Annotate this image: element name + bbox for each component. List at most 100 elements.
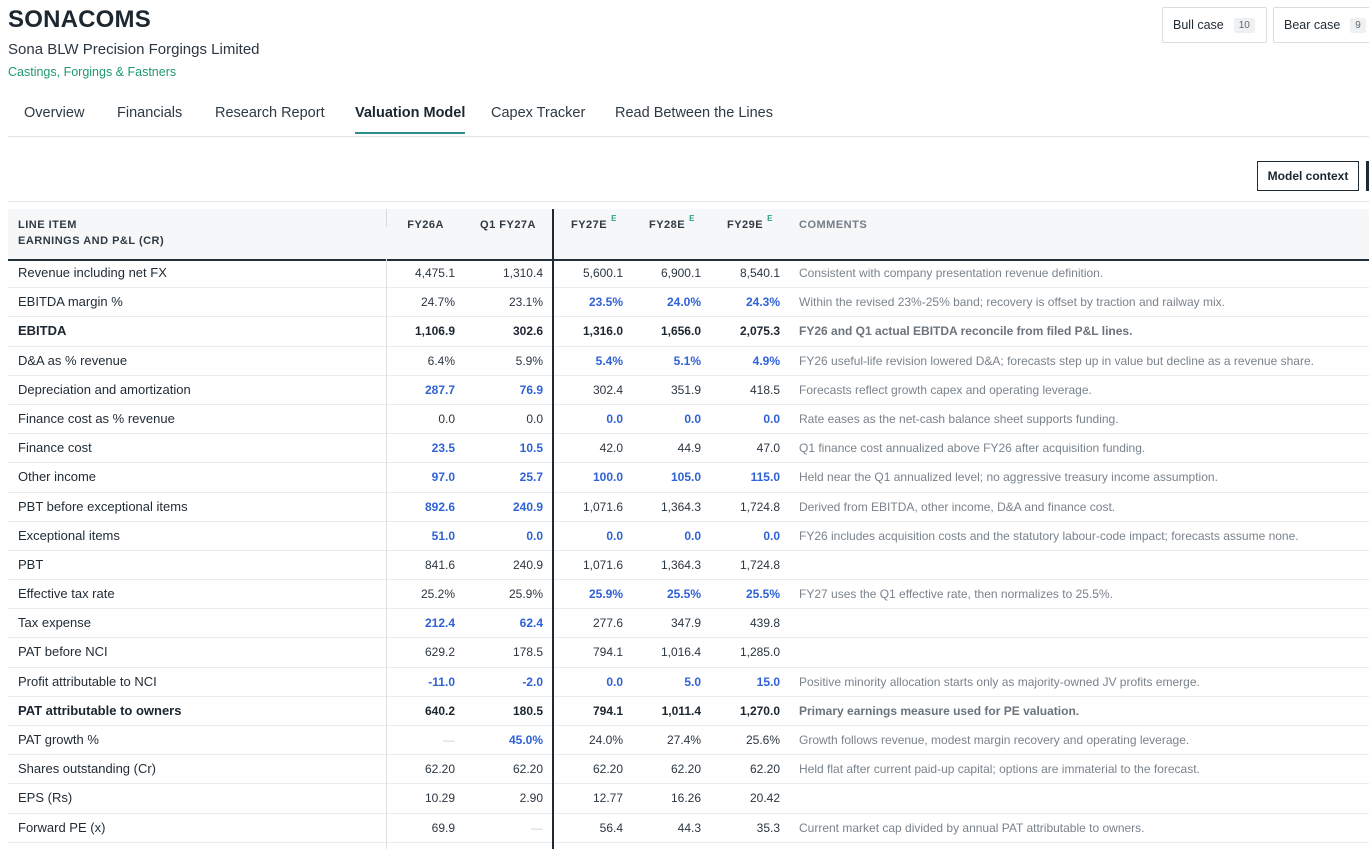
table-row[interactable]: PAT before NCI 629.2 178.5 794.1 1,016.4 1,28… <box>8 638 1369 668</box>
value-cell[interactable]: 1,011.4 <box>635 697 701 725</box>
value-cell[interactable]: 16.26 <box>635 784 701 812</box>
value-cell[interactable]: 4.9% <box>714 347 780 375</box>
value-cell[interactable]: 0.0 <box>714 405 780 433</box>
value-cell[interactable]: 6,900.1 <box>635 259 701 287</box>
th-q1fy27a[interactable]: Q1 FY27A <box>468 219 536 231</box>
value-cell[interactable]: 24.0% <box>635 288 701 316</box>
value-cell[interactable]: 62.20 <box>468 755 543 783</box>
value-cell[interactable]: 0.0 <box>558 405 623 433</box>
table-row[interactable]: Revenue including net FX 4,475.1 1,310.4 5,… <box>8 259 1369 289</box>
th-fy28e[interactable]: FY28EE <box>649 214 695 231</box>
value-cell[interactable]: 1,724.8 <box>714 551 780 579</box>
value-cell[interactable]: 35.3 <box>714 814 780 842</box>
tab-financials[interactable]: Financials <box>117 105 182 132</box>
value-cell[interactable]: 178.5 <box>468 638 543 666</box>
table-row[interactable]: PBT before exceptional items 892.6 240.9 1,… <box>8 493 1369 522</box>
table-row[interactable]: Finance cost as % revenue 0.0 0.0 0.0 0.0 0.0… <box>8 405 1369 435</box>
table-row[interactable]: EPS (Rs) 10.29 2.90 12.77 16.26 20.42 <box>8 784 1369 814</box>
value-cell[interactable]: 240.9 <box>468 551 543 579</box>
value-cell[interactable]: 418.5 <box>714 376 780 404</box>
value-cell[interactable]: 1,016.4 <box>635 638 701 666</box>
table-row[interactable]: Other income 97.0 25.7 100.0 105.0 115.0 Held … <box>8 463 1369 493</box>
value-cell[interactable]: 0.0 <box>558 668 623 696</box>
value-cell[interactable]: -11.0 <box>388 668 455 696</box>
value-cell[interactable]: 5.4% <box>558 347 623 375</box>
tab-valuation-model[interactable]: Valuation Model <box>355 105 466 134</box>
value-cell[interactable]: 44.3 <box>635 814 701 842</box>
value-cell[interactable]: 841.6 <box>388 551 455 579</box>
value-cell[interactable]: 97.0 <box>388 463 455 491</box>
value-cell[interactable]: 76.9 <box>468 376 543 404</box>
value-cell[interactable]: 629.2 <box>388 638 455 666</box>
table-row[interactable]: PBT 841.6 240.9 1,071.6 1,364.3 1,724.8 <box>8 551 1369 581</box>
value-cell[interactable]: 640.2 <box>388 697 455 725</box>
value-cell[interactable]: 62.4 <box>468 609 543 637</box>
value-cell[interactable]: 0.0 <box>635 522 701 550</box>
value-cell[interactable]: 0.0 <box>635 405 701 433</box>
value-cell[interactable]: 62.20 <box>558 755 623 783</box>
tab-research-report[interactable]: Research Report <box>215 105 325 132</box>
value-cell[interactable]: 1,364.3 <box>635 551 701 579</box>
value-cell[interactable]: 1,656.0 <box>635 317 701 345</box>
value-cell[interactable]: 5.0 <box>635 668 701 696</box>
value-cell[interactable]: — <box>468 814 543 842</box>
value-cell[interactable]: 115.0 <box>714 463 780 491</box>
value-cell[interactable]: 1,071.6 <box>558 551 623 579</box>
value-cell[interactable]: 240.9 <box>468 493 543 521</box>
table-row[interactable]: Depreciation and amortization 287.7 76.9 30… <box>8 376 1369 405</box>
value-cell[interactable]: 25.6% <box>714 726 780 754</box>
value-cell[interactable]: 1,724.8 <box>714 493 780 521</box>
value-cell[interactable]: 10.5 <box>468 434 543 462</box>
value-cell[interactable]: 42.0 <box>558 434 623 462</box>
value-cell[interactable]: 302.4 <box>558 376 623 404</box>
value-cell[interactable]: 351.9 <box>635 376 701 404</box>
value-cell[interactable]: 8,540.1 <box>714 259 780 287</box>
value-cell[interactable]: 47.0 <box>714 434 780 462</box>
value-cell[interactable]: 0.0 <box>468 405 543 433</box>
value-cell[interactable]: 23.5 <box>388 434 455 462</box>
value-cell[interactable]: 24.7% <box>388 288 455 316</box>
value-cell[interactable]: 25.7 <box>468 463 543 491</box>
value-cell[interactable]: 212.4 <box>388 609 455 637</box>
table-row[interactable]: Profit attributable to NCI -11.0 -2.0 0.0 5.… <box>8 668 1369 697</box>
value-cell[interactable]: 180.5 <box>468 697 543 725</box>
value-cell[interactable]: 794.1 <box>558 697 623 725</box>
value-cell[interactable]: 56.4 <box>558 814 623 842</box>
value-cell[interactable]: 1,106.9 <box>388 317 455 345</box>
tab-read-between-the-lines[interactable]: Read Between the Lines <box>615 105 773 132</box>
value-cell[interactable]: 0.0 <box>714 522 780 550</box>
value-cell[interactable]: 105.0 <box>635 463 701 491</box>
value-cell[interactable]: 10.29 <box>388 784 455 812</box>
value-cell[interactable]: 0.0 <box>468 522 543 550</box>
tab-capex-tracker[interactable]: Capex Tracker <box>491 105 585 132</box>
value-cell[interactable]: 5.9% <box>468 347 543 375</box>
tab-overview[interactable]: Overview <box>24 105 84 132</box>
value-cell[interactable]: 51.0 <box>388 522 455 550</box>
value-cell[interactable]: 0.0 <box>388 405 455 433</box>
table-row[interactable]: PAT attributable to owners 640.2 180.5 794.… <box>8 697 1369 726</box>
table-row[interactable]: Forward PE (x) 69.9 — 56.4 44.3 35.3 Current m… <box>8 814 1369 843</box>
value-cell[interactable]: 12.77 <box>558 784 623 812</box>
th-fy27e[interactable]: FY27EE <box>571 214 617 231</box>
table-row[interactable]: EBITDA 1,106.9 302.6 1,316.0 1,656.0 2,075.3 F… <box>8 317 1369 347</box>
value-cell[interactable]: 25.5% <box>714 580 780 608</box>
value-cell[interactable]: 892.6 <box>388 493 455 521</box>
value-cell[interactable]: 69.9 <box>388 814 455 842</box>
table-row[interactable]: Shares outstanding (Cr) 62.20 62.20 62.20 62… <box>8 755 1369 785</box>
value-cell[interactable]: 15.0 <box>714 668 780 696</box>
value-cell[interactable]: 62.20 <box>388 755 455 783</box>
th-fy26a[interactable]: FY26A <box>388 219 444 231</box>
table-row[interactable]: Tax expense 212.4 62.4 277.6 347.9 439.8 <box>8 609 1369 639</box>
table-row[interactable]: EBITDA margin % 24.7% 23.1% 23.5% 24.0% 24.3%… <box>8 288 1369 318</box>
value-cell[interactable]: 4,475.1 <box>388 259 455 287</box>
th-fy29e[interactable]: FY29EE <box>727 214 773 231</box>
sector-link[interactable]: Castings, Forgings & Fastners <box>8 65 176 79</box>
value-cell[interactable]: 2,075.3 <box>714 317 780 345</box>
value-cell[interactable]: 1,285.0 <box>714 638 780 666</box>
value-cell[interactable]: 45.0% <box>468 726 543 754</box>
value-cell[interactable]: 1,270.0 <box>714 697 780 725</box>
value-cell[interactable]: 5.1% <box>635 347 701 375</box>
value-cell[interactable]: 24.0% <box>558 726 623 754</box>
value-cell[interactable]: 25.2% <box>388 580 455 608</box>
table-row[interactable]: D&A as % revenue 6.4% 5.9% 5.4% 5.1% 4.9% FY26… <box>8 347 1369 376</box>
